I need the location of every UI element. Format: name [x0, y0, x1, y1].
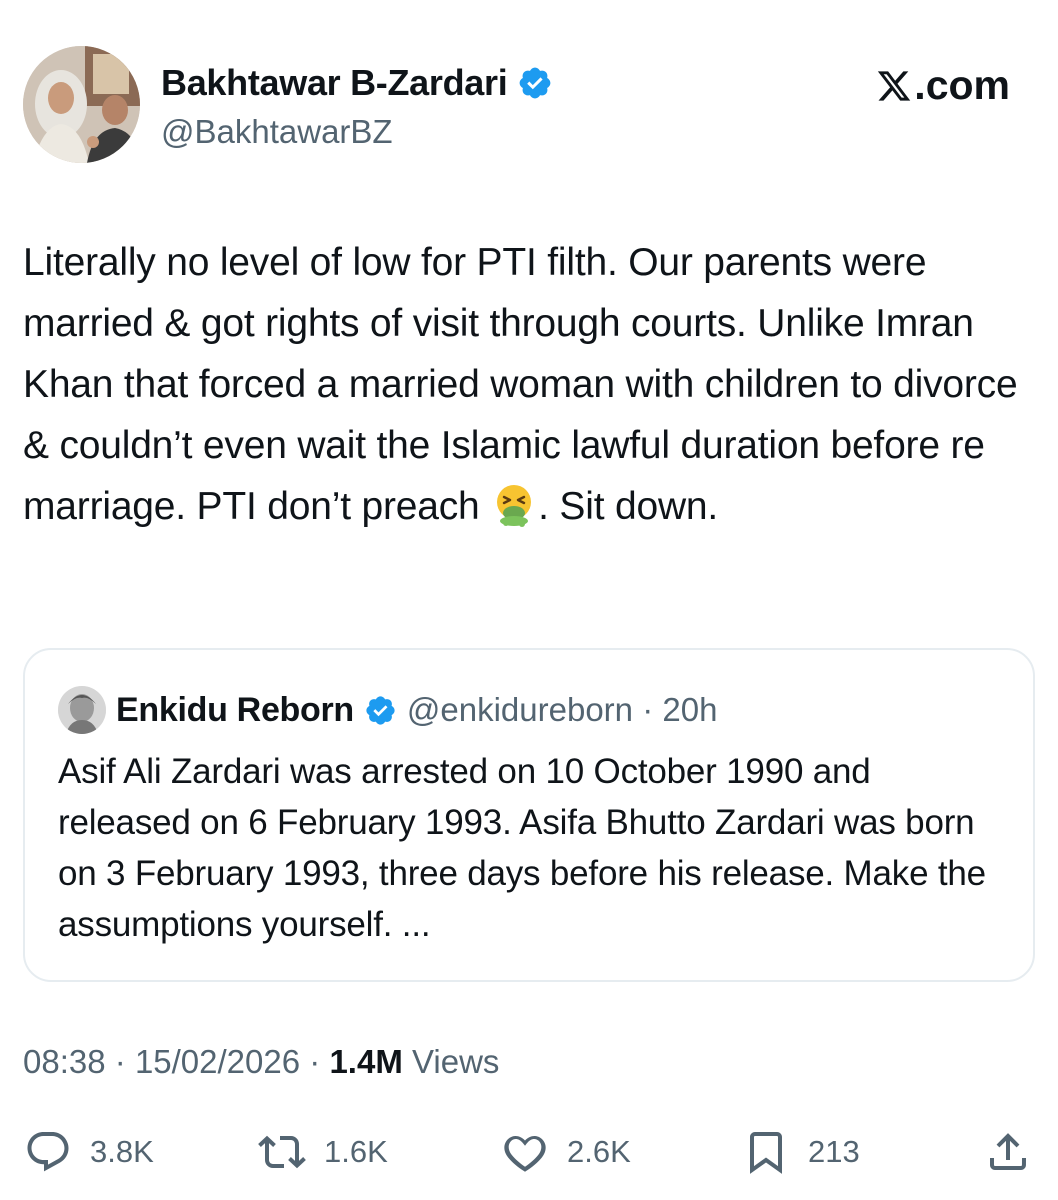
quoted-tweet-card[interactable]: Enkidu Reborn @enkidureborn · 20h Asif A… [23, 648, 1035, 982]
author-handle[interactable]: @BakhtawarBZ [161, 113, 393, 151]
repost-icon [258, 1135, 306, 1169]
share-button[interactable] [984, 1120, 1032, 1184]
quoted-author-avatar[interactable] [58, 686, 106, 734]
vomiting-face-icon [497, 485, 532, 527]
reply-icon [27, 1132, 69, 1172]
meta-separator: · [114, 1043, 126, 1080]
heart-icon [504, 1136, 546, 1172]
quoted-author-handle[interactable]: @enkidureborn [407, 691, 633, 728]
reply-count: 3.8K [90, 1134, 154, 1169]
author-name-row[interactable]: Bakhtawar B-Zardari [161, 62, 553, 104]
quoted-meta-separator: · [642, 691, 654, 728]
action-bar: 3.8K 1.6K 2.6K 213 [0, 1120, 1058, 1184]
views-label: Views [412, 1043, 500, 1080]
site-label: .com [914, 62, 1010, 108]
like-button[interactable]: 2.6K [501, 1120, 631, 1184]
share-icon [990, 1133, 1026, 1170]
tweet-date[interactable]: 15/02/2026 [135, 1043, 300, 1080]
verified-badge-icon [366, 695, 395, 725]
x-com-logo: .com [876, 62, 1010, 109]
author-avatar[interactable] [23, 46, 140, 163]
tweet-meta: 08:38 · 15/02/2026 · 1.4M Views [23, 1043, 499, 1081]
bookmark-icon [750, 1132, 782, 1174]
tweet-screenshot: Bakhtawar B-Zardari @BakhtawarBZ .com Li… [0, 0, 1058, 1200]
repost-button[interactable]: 1.6K [258, 1120, 388, 1184]
verified-badge-icon [520, 67, 551, 99]
quoted-tweet-text: Asif Ali Zardari was arrested on 10 Octo… [58, 752, 986, 944]
tweet-text-part-2: . Sit down. [538, 485, 719, 528]
tweet-time[interactable]: 08:38 [23, 1043, 106, 1080]
reply-button[interactable]: 3.8K [24, 1120, 154, 1184]
bookmark-button[interactable]: 213 [742, 1120, 860, 1184]
quoted-tweet-age[interactable]: 20h [662, 691, 717, 728]
like-count: 2.6K [567, 1134, 631, 1169]
x-logo-icon [878, 70, 911, 101]
tweet-text: Literally no level of low for PTI filth.… [23, 232, 1033, 537]
views-count: 1.4M [329, 1043, 403, 1080]
quoted-author-name[interactable]: Enkidu Reborn [116, 691, 354, 730]
repost-count: 1.6K [324, 1134, 388, 1169]
author-name[interactable]: Bakhtawar B-Zardari [161, 62, 508, 104]
bookmark-count: 213 [808, 1134, 860, 1169]
meta-separator: · [309, 1043, 321, 1080]
quoted-tweet-header: Enkidu Reborn @enkidureborn · 20h [58, 686, 717, 734]
